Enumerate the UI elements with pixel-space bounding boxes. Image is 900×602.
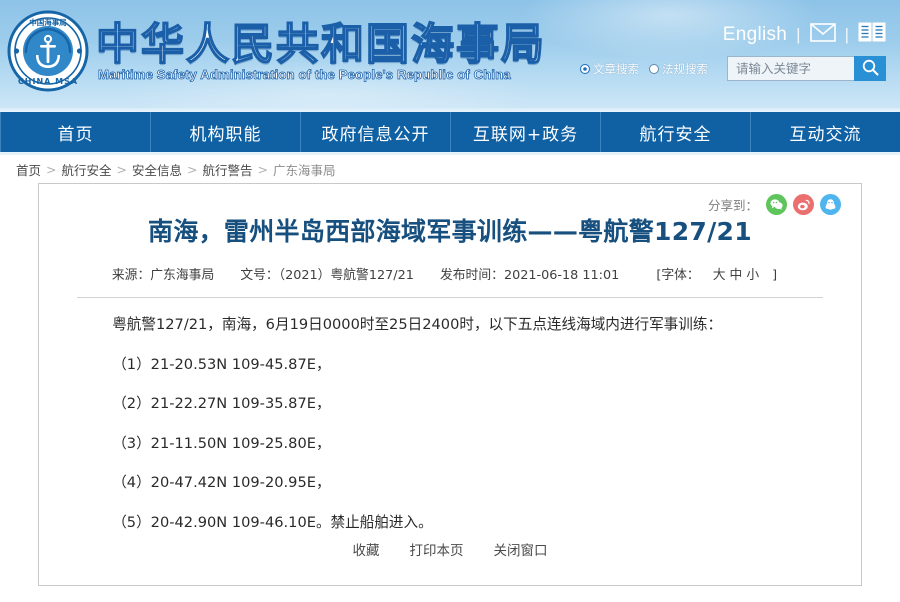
utility-separator-1: | (796, 25, 800, 45)
radio-dot-unselected[interactable] (649, 64, 659, 74)
article-meta: 来源：广东海事局 文号：（2021）粤航警127/21 发布时间：2021-06… (39, 264, 861, 283)
radio-regulation-search[interactable]: 法规搜索 (649, 61, 708, 77)
breadcrumb-separator: > (46, 162, 56, 177)
meta-source: 来源：广东海事局 (112, 268, 214, 283)
article-paragraph: （4）20-47.42N 109-20.95E， (83, 472, 817, 495)
meta-divider (77, 297, 823, 298)
qq-icon[interactable] (820, 194, 841, 215)
search-icon (862, 59, 879, 79)
main-navigation: 首页 机构职能 政府信息公开 互联网+政务 航行安全 互动交流 (0, 112, 900, 155)
emblem-cn-text: 中国海事局 (29, 17, 67, 27)
wechat-icon[interactable] (766, 194, 787, 215)
book-icon[interactable] (858, 22, 886, 47)
favorite-button[interactable]: 收藏 (353, 539, 380, 559)
radio-dot-selected[interactable] (580, 64, 590, 74)
article-title: 南海，雷州半岛西部海域军事训练——粤航警127/21 (39, 212, 861, 248)
article-actions: 收藏 打印本页 关闭窗口 (39, 539, 861, 559)
breadcrumb-item-2[interactable]: 安全信息 (132, 160, 182, 179)
share-bar: 分享到： (708, 194, 841, 215)
envelope-icon[interactable] (810, 23, 836, 47)
nav-item-interaction[interactable]: 互动交流 (751, 112, 900, 152)
print-page-button[interactable]: 打印本页 (410, 539, 464, 559)
article-paragraph: （1）21-20.53N 109-45.87E， (83, 354, 817, 377)
nav-item-home[interactable]: 首页 (0, 112, 151, 152)
article-paragraph: （2）21-22.27N 109-35.87E， (83, 393, 817, 416)
font-size-controls: [字体： 大中小] (645, 268, 788, 283)
article-paragraph: 粤航警127/21，南海，6月19日0000时至25日2400时，以下五点连线海… (83, 314, 817, 337)
search-submit-button[interactable] (854, 56, 886, 81)
header-search-area: 文章搜索 法规搜索 (580, 56, 886, 81)
breadcrumb-separator: > (117, 162, 127, 177)
article-paragraph: （3）21-11.50N 109-25.80E， (83, 433, 817, 456)
breadcrumb: 首页 > 航行安全 > 安全信息 > 航行警告 > 广东海事局 (0, 155, 900, 183)
nav-item-disclosure[interactable]: 政府信息公开 (301, 112, 451, 152)
header-utility-links: English | | (723, 22, 886, 47)
font-size-close: ] (772, 268, 777, 283)
breadcrumb-separator: > (187, 162, 197, 177)
nav-item-navigation-safety[interactable]: 航行安全 (601, 112, 751, 152)
radio-article-search[interactable]: 文章搜索 (580, 61, 639, 77)
emblem-en-text: CHINA MSA (18, 77, 78, 86)
breadcrumb-item-1[interactable]: 航行安全 (62, 160, 112, 179)
font-size-label: [字体： (656, 268, 699, 283)
font-size-large[interactable]: 大 (713, 268, 726, 283)
radio-article-search-label: 文章搜索 (593, 61, 639, 77)
english-link[interactable]: English (723, 24, 787, 46)
article-card: 分享到： 南海，雷州半岛西部 (38, 183, 862, 586)
site-title-cn: 中华人民共和国海事局 (96, 10, 546, 72)
site-header: 中国海事局 CHINA MSA 中华人民共和国海事局 Maritime Safe… (0, 0, 900, 112)
close-window-button[interactable]: 关闭窗口 (494, 539, 548, 559)
share-label: 分享到： (708, 195, 758, 214)
breadcrumb-item-current: 广东海事局 (273, 160, 336, 179)
meta-doc-number: 文号：（2021）粤航警127/21 (240, 268, 414, 283)
breadcrumb-separator: > (258, 162, 268, 177)
breadcrumb-item-0[interactable]: 首页 (16, 160, 41, 179)
breadcrumb-item-3[interactable]: 航行警告 (203, 160, 253, 179)
article-paragraph: （5）20-42.90N 109-46.10E。禁止船舶进入。 (83, 512, 817, 535)
font-size-small[interactable]: 小 (746, 268, 759, 283)
search-input-wrapper[interactable] (727, 56, 854, 81)
weibo-icon[interactable] (793, 194, 814, 215)
msa-emblem-logo[interactable]: 中国海事局 CHINA MSA (6, 8, 90, 94)
radio-regulation-search-label: 法规搜索 (662, 61, 708, 77)
search-input[interactable] (736, 61, 854, 76)
site-title-en: Maritime Safety Administration of the Pe… (98, 67, 511, 82)
nav-item-egov[interactable]: 互联网+政务 (451, 112, 601, 152)
nav-item-functions[interactable]: 机构职能 (151, 112, 301, 152)
search-scope-radios: 文章搜索 法规搜索 (580, 61, 718, 77)
article-body: 粤航警127/21，南海，6月19日0000时至25日2400时，以下五点连线海… (83, 314, 817, 535)
font-size-medium[interactable]: 中 (730, 268, 743, 283)
utility-separator-2: | (845, 25, 849, 45)
meta-publish-time: 发布时间：2021-06-18 11:01 (440, 268, 619, 283)
